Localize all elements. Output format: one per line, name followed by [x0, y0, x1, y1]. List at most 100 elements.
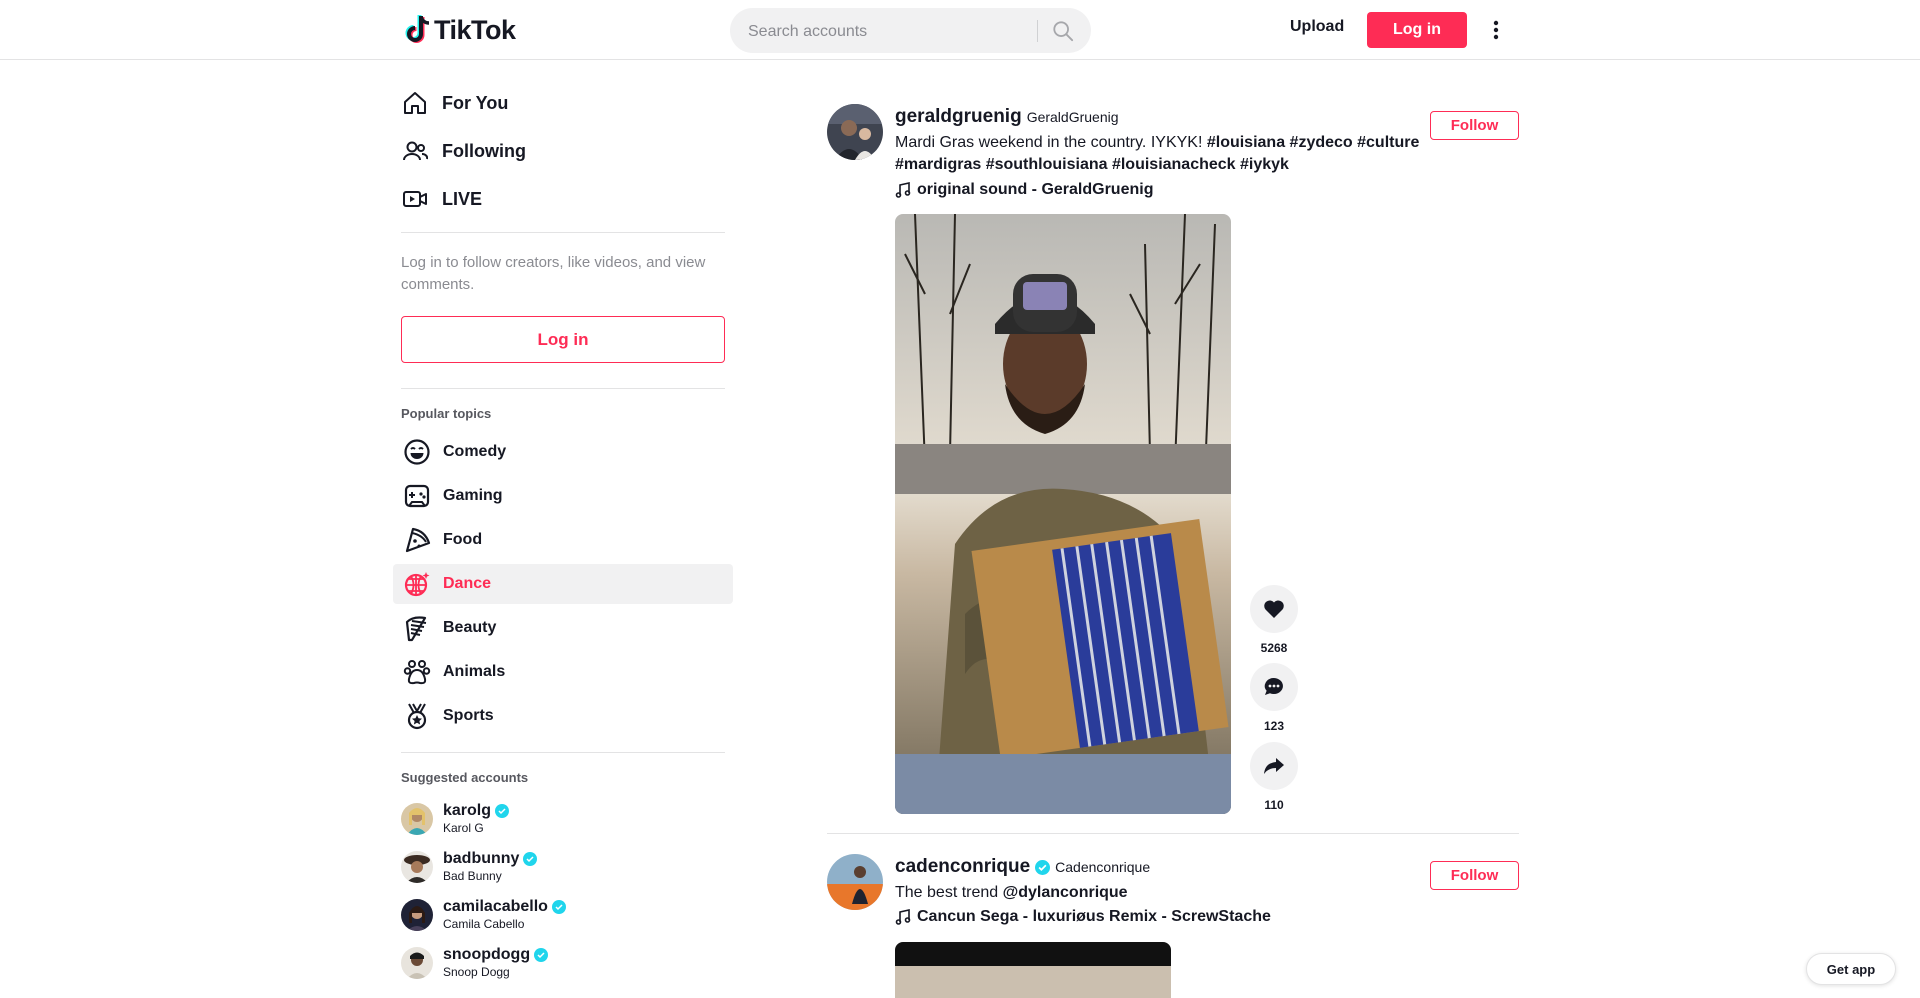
search-icon	[1053, 21, 1074, 42]
share-button[interactable]	[1250, 742, 1298, 790]
account-username: snoopdogg	[443, 946, 531, 963]
verified-badge-icon	[523, 852, 538, 866]
tiktok-logo[interactable]: TikTok	[404, 12, 516, 48]
people-icon	[403, 141, 428, 161]
logo-text: TikTok	[434, 14, 516, 45]
account-name: Snoop Dogg	[443, 965, 510, 979]
topic-beauty[interactable]: Beauty	[393, 608, 733, 648]
like-button[interactable]	[1250, 585, 1298, 633]
search-input[interactable]	[746, 8, 1040, 55]
verified-badge-icon	[495, 804, 510, 818]
search-divider	[1037, 20, 1038, 42]
suggested-account-badbunny[interactable]: badbunny Bad Bunny	[401, 846, 538, 888]
topic-label: Animals	[443, 663, 506, 680]
account-username: badbunny	[443, 850, 520, 867]
follow-button[interactable]: Follow	[1430, 111, 1519, 140]
nav-label: LIVE	[442, 188, 483, 209]
search-button[interactable]	[1048, 16, 1078, 46]
topic-label: Gaming	[443, 487, 503, 504]
music-title: original sound - GeraldGruenig	[917, 181, 1154, 198]
paw-icon	[403, 660, 431, 685]
suggested-account-karolg[interactable]: karolg Karol G	[401, 798, 510, 840]
post-nickname: Cadenconrique	[1055, 859, 1151, 875]
login-hint-text: Log in to follow creators, like videos, …	[401, 254, 706, 293]
avatar	[401, 803, 433, 835]
video-player[interactable]	[895, 214, 1231, 814]
comment-icon	[1264, 677, 1283, 695]
post-author-avatar[interactable]	[827, 104, 883, 160]
suggested-account-camilacabello[interactable]: camilacabello Camila Cabello	[401, 894, 566, 936]
nav-label: Following	[442, 140, 526, 161]
post-author[interactable]: cadenconrique Cadenconrique	[895, 856, 1150, 878]
home-icon	[404, 92, 426, 114]
nav-label: For You	[442, 92, 509, 113]
topic-label: Beauty	[443, 619, 497, 636]
post-hashtags[interactable]: #louisiana #zydeco #culture	[1207, 134, 1420, 151]
post-music[interactable]: Cancun Sega - luxuriøus Remix - ScrewSta…	[895, 908, 1271, 926]
smile-icon	[404, 439, 430, 465]
suggested-account-snoopdogg[interactable]: snoopdogg Snoop Dogg	[401, 942, 549, 984]
topic-dance[interactable]: Dance	[393, 564, 733, 604]
share-icon	[1264, 758, 1284, 774]
account-name: Camila Cabello	[443, 917, 525, 931]
account-username: camilacabello	[443, 898, 548, 915]
medal-icon	[407, 703, 427, 730]
sidebar-divider	[401, 232, 725, 233]
post-author[interactable]: geraldgruenig GeraldGruenig	[895, 106, 1119, 128]
topic-label: Sports	[443, 707, 494, 724]
post-description: The best trend @dylanconrique	[895, 882, 1425, 904]
post-caption: Mardi Gras weekend in the country. IYKYK…	[895, 134, 1207, 151]
like-count: 5268	[1260, 641, 1288, 655]
suggested-accounts-title: Suggested accounts	[401, 770, 529, 785]
post-mention[interactable]: @dylanconrique	[1003, 884, 1128, 901]
nav-for-you[interactable]: For You	[402, 83, 508, 123]
post-author-avatar[interactable]	[827, 854, 883, 910]
comment-button[interactable]	[1250, 663, 1298, 711]
share-action[interactable]: 110	[1250, 742, 1298, 812]
like-action[interactable]: 5268	[1250, 585, 1298, 655]
music-note-icon	[895, 182, 911, 198]
topic-sports[interactable]: Sports	[393, 696, 733, 736]
follow-button[interactable]: Follow	[1430, 861, 1519, 890]
video-frame	[895, 214, 1231, 814]
topic-label: Dance	[443, 575, 492, 592]
top-header: TikTok Upload Log in	[0, 0, 1920, 60]
comment-action[interactable]: 123	[1250, 663, 1298, 733]
get-app-button[interactable]: Get app	[1806, 953, 1896, 985]
avatar	[401, 947, 433, 979]
post-username: cadenconrique	[895, 856, 1031, 877]
verified-badge-icon	[551, 900, 566, 914]
more-menu-button[interactable]	[1486, 16, 1506, 44]
post-username: geraldgruenig	[895, 106, 1022, 127]
search-bar	[730, 8, 1091, 55]
topic-gaming[interactable]: Gaming	[393, 476, 733, 516]
avatar	[401, 899, 433, 931]
post-description: Mardi Gras weekend in the country. IYKYK…	[895, 132, 1425, 176]
comment-count: 123	[1263, 719, 1285, 733]
topic-animals[interactable]: Animals	[393, 652, 733, 692]
share-count: 110	[1264, 798, 1284, 812]
feed-divider	[827, 833, 1519, 834]
verified-badge-icon	[534, 948, 549, 962]
more-vertical-icon	[1493, 20, 1499, 40]
topic-comedy[interactable]: Comedy	[393, 432, 733, 472]
verified-badge-icon	[1035, 859, 1051, 875]
post-caption: The best trend	[895, 884, 1003, 901]
nav-live[interactable]: LIVE	[402, 179, 482, 219]
live-icon	[403, 191, 427, 207]
sidebar-login-button[interactable]: Log in	[401, 316, 725, 363]
post-hashtags[interactable]: #mardigras #southlouisiana #louisianache…	[895, 156, 1289, 173]
nav-following[interactable]: Following	[402, 131, 526, 171]
video-player[interactable]	[895, 942, 1171, 998]
gamepad-icon	[404, 484, 430, 508]
topic-label: Comedy	[443, 443, 507, 460]
login-button[interactable]: Log in	[1367, 12, 1467, 48]
heart-icon	[1264, 600, 1284, 618]
video-frame	[895, 942, 1171, 998]
post-music[interactable]: original sound - GeraldGruenig	[895, 181, 1153, 199]
upload-link[interactable]: Upload	[1290, 18, 1344, 36]
avatar	[401, 851, 433, 883]
topic-label: Food	[443, 531, 483, 548]
popular-topics-title: Popular topics	[401, 406, 492, 421]
topic-food[interactable]: Food	[393, 520, 733, 560]
